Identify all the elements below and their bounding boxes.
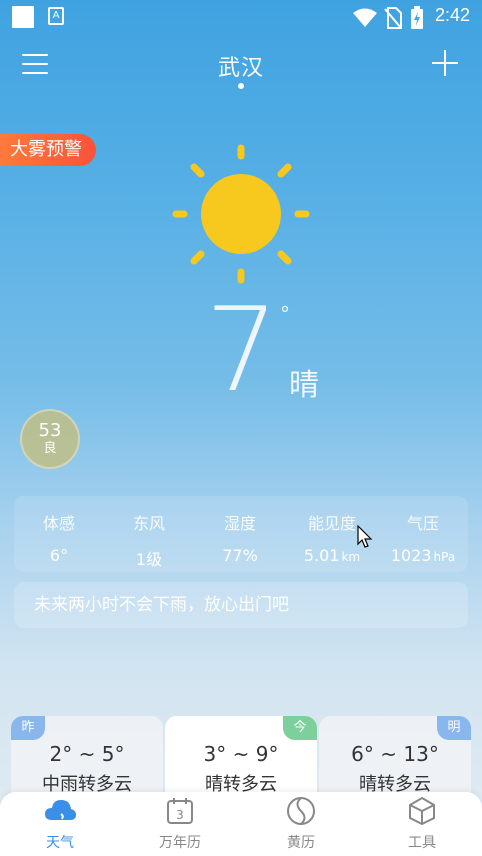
aqi-level: 良 [43, 441, 57, 456]
tab-almanac[interactable]: 黄历 [261, 796, 341, 852]
detail-label: 气压 [406, 514, 439, 533]
detail-value-text: 77% [222, 546, 258, 565]
detail-value-text: 5.01 [303, 546, 340, 565]
tab-tools[interactable]: 工具 [382, 796, 462, 852]
detail-value: 1级 [104, 546, 194, 570]
current-temperature: 7 [205, 283, 279, 418]
day-temp-range: 6° ~ 13° [351, 742, 439, 766]
detail-value: 77% [195, 546, 285, 565]
notification-square-icon [12, 6, 34, 28]
detail-label: 体感 [42, 514, 75, 533]
add-city-button[interactable] [430, 48, 460, 78]
tab-label: 天气 [46, 835, 74, 851]
page-indicator-dot [238, 83, 244, 89]
detail-unit: km [341, 550, 361, 564]
detail-value-text: 6° [49, 546, 69, 565]
yin-yang-icon [287, 797, 315, 825]
sunny-icon [172, 144, 310, 284]
degree-symbol: ° [280, 302, 290, 326]
day-temp-range: 3° ~ 9° [203, 742, 279, 766]
day-temp-range: 2° ~ 5° [49, 742, 125, 766]
city-title[interactable]: 武汉 [0, 50, 482, 82]
tab-weather[interactable]: 天气 [20, 796, 100, 852]
day-tag: 昨 [11, 716, 45, 740]
cube-icon [409, 796, 435, 826]
aqi-value: 53 [38, 420, 62, 441]
detail-pressure: 气压 1023 hPa [378, 510, 468, 565]
aqi-badge[interactable]: 53 良 [20, 409, 80, 469]
detail-humidity: 湿度 77% [195, 510, 285, 565]
detail-value-text: 1023 [390, 546, 432, 565]
tab-calendar[interactable]: 3 万年历 [140, 796, 220, 852]
wifi-icon [353, 8, 377, 27]
detail-feels-like: 体感 6° [14, 510, 104, 565]
detail-wind: 东风 1级 [104, 510, 194, 570]
no-sim-icon [384, 7, 402, 29]
app-notification-icon: A [48, 7, 64, 25]
status-time: 2:42 [434, 5, 470, 25]
detail-value: 6° [14, 546, 104, 565]
tab-label: 万年历 [159, 835, 201, 851]
detail-value-text: 1级 [135, 550, 163, 569]
battery-charging-icon [411, 6, 423, 29]
mouse-cursor-icon [357, 525, 373, 548]
detail-value: 1023 hPa [378, 546, 468, 565]
day-tag: 明 [437, 716, 471, 740]
rain-forecast-banner[interactable]: 未来两小时不会下雨，放心出门吧 [14, 582, 468, 628]
status-bar: A 2:42 [0, 0, 482, 34]
fog-warning-badge[interactable]: 大雾预警 [0, 134, 96, 166]
day-tag: 今 [283, 716, 317, 740]
current-condition: 晴 [289, 368, 319, 403]
detail-label: 湿度 [223, 514, 256, 533]
cloud-icon [45, 800, 76, 820]
calendar-icon-day: 3 [176, 808, 184, 822]
detail-label: 东风 [132, 514, 165, 533]
tab-label: 黄历 [287, 835, 315, 851]
bottom-tab-bar: 天气 3 万年历 黄历 工具 [0, 792, 482, 856]
tab-label: 工具 [408, 835, 436, 851]
weather-details-panel: 体感 6° 东风 1级 湿度 77% 能见度 5.01 km 气压 1023 hPa [14, 496, 468, 572]
calendar-icon: 3 [167, 798, 193, 824]
detail-unit: hPa [433, 550, 456, 564]
